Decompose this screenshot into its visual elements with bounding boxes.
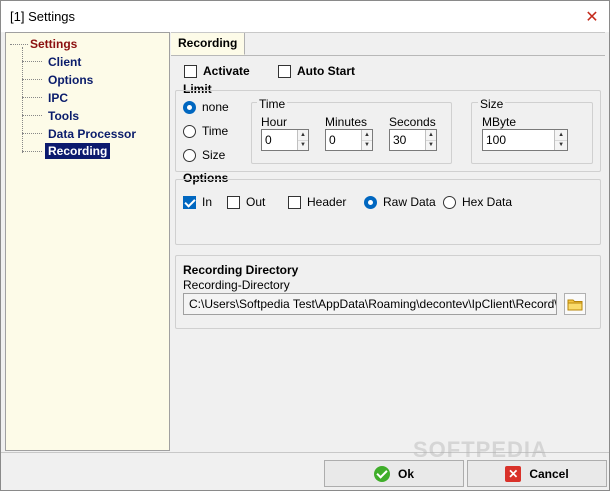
minutes-input[interactable] — [326, 130, 361, 150]
title-bar: [1] Settings ✕ — [1, 1, 609, 32]
size-group-title: Size — [478, 97, 506, 111]
ok-label: Ok — [397, 466, 414, 481]
out-checkbox[interactable] — [227, 195, 240, 209]
hex-data-radio-row[interactable]: Hex Data — [443, 195, 512, 209]
limit-time-label: Time — [202, 124, 229, 138]
raw-data-label: Raw Data — [383, 195, 436, 209]
limit-none-radio-row[interactable]: none — [183, 100, 229, 114]
limit-size-radio[interactable] — [183, 148, 196, 162]
recording-directory-field[interactable]: C:\Users\Softpedia Test\AppData\Roaming\… — [183, 293, 557, 315]
activate-checkbox[interactable] — [184, 64, 197, 78]
in-checkbox[interactable] — [183, 195, 196, 209]
auto-start-label: Auto Start — [297, 64, 355, 78]
close-button[interactable]: ✕ — [575, 1, 609, 32]
settings-window: [1] Settings ✕ Settings Client Options I… — [0, 0, 610, 491]
seconds-input[interactable] — [390, 130, 425, 150]
out-checkbox-row[interactable]: Out — [227, 195, 265, 209]
in-label: In — [202, 195, 213, 209]
minutes-up-icon[interactable]: ▲ — [361, 130, 372, 141]
minutes-label: Minutes — [325, 115, 368, 129]
raw-data-radio-row[interactable]: Raw Data — [364, 195, 436, 209]
tree-item-recording[interactable]: Recording — [45, 143, 111, 159]
header-checkbox-row[interactable]: Header — [288, 195, 346, 209]
auto-start-checkbox-row[interactable]: Auto Start — [278, 64, 355, 78]
tree-item-options[interactable]: Options — [48, 73, 93, 87]
tree-item-data-processor[interactable]: Data Processor — [48, 127, 136, 141]
ok-button[interactable]: Ok — [324, 460, 464, 487]
limit-size-radio-row[interactable]: Size — [183, 148, 225, 162]
limit-none-label: none — [202, 100, 229, 114]
tab-recording[interactable]: Recording — [171, 33, 246, 55]
x-square-icon: ✕ — [505, 465, 522, 482]
window-title: [1] Settings — [10, 9, 76, 24]
recording-tab-body: Activate Auto Start Limit none Time Size — [171, 55, 605, 452]
seconds-label: Seconds — [389, 115, 436, 129]
limit-size-label: Size — [202, 148, 226, 162]
check-circle-icon — [373, 465, 390, 482]
hour-label: Hour — [261, 115, 288, 129]
recording-directory-heading: Recording Directory — [183, 263, 299, 277]
options-group — [175, 179, 601, 245]
minutes-stepper[interactable]: ▲▼ — [325, 129, 373, 151]
cancel-label: Cancel — [529, 466, 569, 481]
tree-item-tools[interactable]: Tools — [48, 109, 79, 123]
seconds-down-icon[interactable]: ▼ — [426, 141, 436, 151]
tree-item-client[interactable]: Client — [48, 55, 81, 69]
time-group-title: Time — [257, 97, 288, 111]
auto-start-checkbox[interactable] — [278, 64, 291, 78]
hour-down-icon[interactable]: ▼ — [298, 141, 308, 151]
tree-item-settings[interactable]: Settings — [30, 37, 77, 51]
hex-data-radio[interactable] — [443, 195, 456, 209]
softpedia-watermark: SOFTPEDIA — [413, 437, 548, 462]
limit-time-radio-row[interactable]: Time — [183, 124, 228, 138]
seconds-up-icon[interactable]: ▲ — [425, 130, 436, 141]
mbyte-stepper[interactable]: ▲▼ — [482, 129, 568, 151]
hour-input[interactable] — [262, 130, 297, 150]
limit-time-radio[interactable] — [183, 124, 196, 138]
header-label: Header — [307, 195, 347, 209]
mbyte-input[interactable] — [483, 130, 555, 150]
mbyte-label: MByte — [482, 115, 517, 129]
hex-data-label: Hex Data — [462, 195, 513, 209]
raw-data-radio[interactable] — [364, 195, 377, 209]
settings-tree: Settings Client Options IPC Tools Data P… — [5, 32, 170, 451]
header-checkbox[interactable] — [288, 195, 301, 209]
cancel-button[interactable]: ✕ Cancel — [467, 460, 607, 487]
activate-checkbox-row[interactable]: Activate — [184, 64, 250, 78]
settings-panel: Recording Activate Auto Start Limit none… — [171, 32, 605, 451]
close-icon: ✕ — [585, 8, 599, 26]
recording-directory-label: Recording-Directory — [183, 278, 290, 292]
hour-up-icon[interactable]: ▲ — [297, 130, 308, 141]
hour-stepper[interactable]: ▲▼ — [261, 129, 309, 151]
activate-label: Activate — [203, 64, 250, 78]
out-label: Out — [246, 195, 266, 209]
tree-item-ipc[interactable]: IPC — [48, 91, 68, 105]
mbyte-up-icon[interactable]: ▲ — [555, 130, 567, 141]
folder-icon — [567, 299, 583, 310]
seconds-stepper[interactable]: ▲▼ — [389, 129, 437, 151]
browse-folder-button[interactable] — [564, 293, 586, 315]
in-checkbox-row[interactable]: In — [183, 195, 212, 209]
mbyte-down-icon[interactable]: ▼ — [555, 141, 567, 151]
minutes-down-icon[interactable]: ▼ — [362, 141, 372, 151]
limit-none-radio[interactable] — [183, 100, 196, 114]
